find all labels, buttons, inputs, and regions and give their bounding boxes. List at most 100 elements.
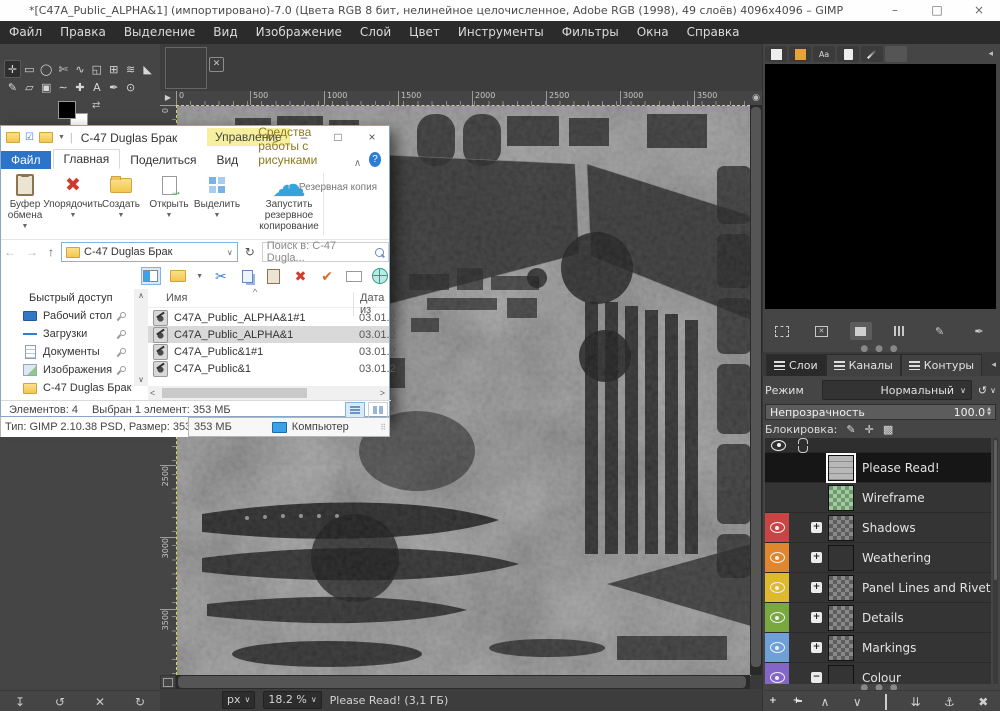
help-icon[interactable]: ? [369, 152, 381, 167]
dialog-tab[interactable]: Слои [766, 354, 826, 376]
address-bar[interactable]: C-47 Duglas Брак ∨ [61, 242, 238, 262]
layer-color-tag[interactable] [765, 543, 789, 572]
resize-grip[interactable]: ⠿ [380, 423, 386, 432]
sidebar-item[interactable]: Изображения [1, 361, 134, 379]
file-row[interactable]: C47A_Public&1#1 03.01.2 [148, 343, 389, 360]
column-headers[interactable]: ^ Имя Дата из [148, 289, 389, 308]
up-icon[interactable]: ↑ [45, 245, 57, 259]
cut-icon[interactable]: ✂ [212, 268, 230, 284]
scrollbar-thumb[interactable] [162, 388, 307, 398]
close-button[interactable]: × [355, 126, 389, 148]
close-button[interactable]: × [958, 0, 1000, 21]
tool-button[interactable]: ✛ [4, 60, 21, 78]
tool-button[interactable]: ▱ [21, 78, 38, 96]
layer-color-tag[interactable] [765, 453, 789, 482]
layer-thumbnail[interactable] [828, 575, 854, 601]
layer-color-tag[interactable] [765, 483, 789, 512]
edit-pencil-button[interactable]: ✎ [929, 322, 951, 340]
layer-group-expander[interactable]: + [811, 552, 822, 563]
tool-button[interactable]: ◱ [88, 60, 105, 78]
copy-icon[interactable] [239, 268, 257, 284]
ribbon-tab[interactable]: Главная [53, 149, 121, 169]
ribbon-button[interactable]: Открыть ▼ [145, 169, 193, 239]
visibility-eye-icon[interactable] [770, 522, 785, 533]
layer-color-tag[interactable] [765, 603, 789, 632]
unit-dropdown[interactable]: px∨ [222, 691, 255, 709]
tool-button[interactable]: ⊞ [105, 60, 122, 78]
zoom-fit-icon[interactable]: ◉ [750, 91, 762, 105]
visibility-eye-icon[interactable] [770, 672, 785, 683]
chevron-down-icon[interactable]: ∨ [227, 248, 233, 257]
layer-thumbnail[interactable] [828, 605, 854, 631]
duplicate-layer-icon[interactable] [885, 695, 887, 709]
tool-button[interactable]: ∼ [55, 78, 72, 96]
network-icon[interactable] [371, 268, 389, 284]
sidebar-item[interactable]: Быстрый доступ [1, 289, 134, 307]
tool-button[interactable]: ⊙ [122, 78, 139, 96]
ribbon-tab[interactable]: Вид [206, 151, 248, 169]
sidebar-item[interactable]: Документы [1, 343, 134, 361]
file-row[interactable]: C47A_Public&1 03.01.2 [148, 360, 389, 377]
layer-color-tag[interactable] [765, 663, 789, 684]
sidebar-item[interactable]: С-47 Duglas Брак [1, 379, 134, 397]
layer-row-partial[interactable] [765, 438, 991, 453]
layer-color-tag[interactable] [765, 633, 789, 662]
layer-row[interactable]: + Panel Lines and Rivets [765, 573, 991, 603]
rename-icon[interactable] [345, 268, 363, 284]
chain-link-icon[interactable] [798, 438, 808, 453]
ribbon-tab[interactable]: Средства работы с рисунками [248, 123, 346, 169]
search-input[interactable]: Поиск в: C-47 Dugla... [262, 242, 389, 262]
filelist-horizontal-scrollbar[interactable]: < > [148, 386, 389, 400]
tool-button[interactable]: ▣ [38, 78, 55, 96]
lower-layer-icon[interactable]: ∨ [853, 695, 862, 709]
menu-item[interactable]: Окна [628, 21, 678, 44]
tool-button[interactable]: ∿ [72, 60, 89, 78]
file-row[interactable]: C47A_Public_ALPHA&1 03.01.2 [148, 326, 389, 343]
menu-item[interactable]: Слой [351, 21, 400, 44]
image-tab-thumbnail[interactable] [165, 47, 207, 89]
tool-button[interactable]: A [88, 78, 105, 96]
menu-item[interactable]: Цвет [400, 21, 449, 44]
quick-mask-toggle[interactable] [160, 675, 176, 689]
lock-position-icon[interactable]: ✛ [865, 423, 874, 436]
forward-icon[interactable]: → [23, 245, 41, 259]
confirm-icon[interactable]: ✔ [318, 268, 336, 284]
opacity-slider[interactable]: Непрозрачность 100.0 ▲▼ [765, 404, 996, 420]
layer-thumbnail[interactable] [828, 455, 854, 481]
active-pattern-tab-icon[interactable] [885, 46, 907, 62]
layer-row[interactable]: + Weathering [765, 543, 991, 573]
ribbon-button[interactable]: Выделить ▼ [193, 169, 241, 239]
new-folder-icon[interactable] [170, 268, 188, 284]
zoom-dropdown[interactable]: 18.2 %∨ [263, 691, 321, 709]
layer-row[interactable]: Please Read! [765, 453, 991, 483]
lock-alpha-icon[interactable]: ▩ [883, 423, 893, 436]
layer-group-expander[interactable]: + [811, 612, 822, 623]
sidebar-scrollbar[interactable]: ∧ ∨ [134, 289, 148, 386]
mode-reset-icon[interactable]: ↺ [978, 384, 987, 397]
canvas-vertical-scrollbar[interactable] [750, 105, 762, 675]
layer-row[interactable]: + Shadows [765, 513, 991, 543]
brushes-tab-icon[interactable] [765, 46, 787, 62]
tool-button[interactable]: ✚ [72, 78, 89, 96]
document-history-tab-icon[interactable] [837, 46, 859, 62]
delete-icon[interactable]: ✖ [292, 268, 310, 284]
ribbon-button[interactable]: Создать ▼ [97, 169, 145, 239]
dock-collapse-icon[interactable]: ◂ [988, 49, 993, 59]
visibility-eye-icon[interactable] [771, 440, 786, 451]
back-icon[interactable]: ← [1, 245, 19, 259]
raise-layer-icon[interactable]: ∧ [821, 695, 830, 709]
layer-color-tag[interactable] [765, 513, 789, 542]
anchor-layer-icon[interactable]: ⚓ [944, 695, 955, 709]
ribbon-tab[interactable]: Файл [1, 151, 51, 169]
fill-button[interactable] [850, 322, 872, 340]
layer-thumbnail[interactable] [828, 485, 854, 511]
merge-down-icon[interactable]: ⇊ [911, 695, 921, 709]
maximize-button[interactable]: □ [916, 0, 958, 21]
gradients-tab-icon[interactable] [861, 46, 883, 62]
tool-button[interactable]: ≋ [122, 60, 139, 78]
lock-paint-icon[interactable]: ✎ [846, 423, 855, 436]
tool-options-button[interactable]: ✕ [95, 695, 105, 709]
dialog-tab[interactable]: Каналы [826, 354, 901, 376]
tool-options-button[interactable]: ↧ [15, 695, 25, 709]
fonts-tab-icon[interactable]: Aa [813, 46, 835, 62]
